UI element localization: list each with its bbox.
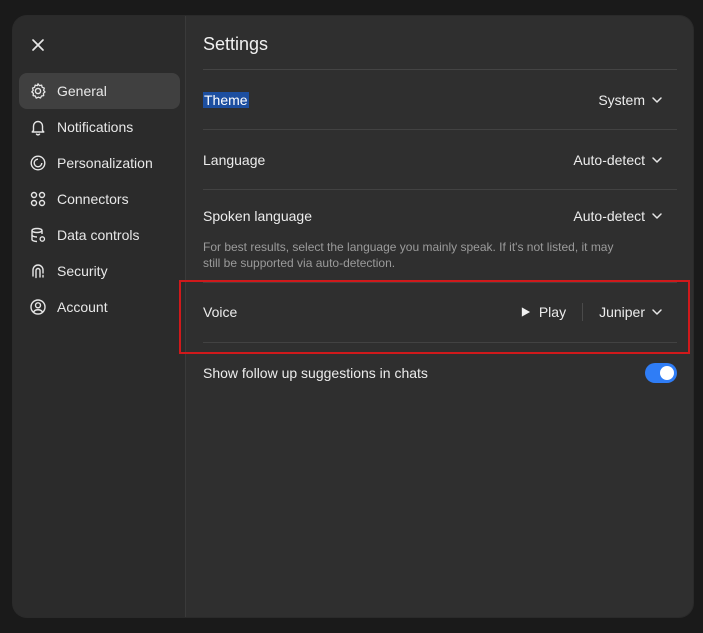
language-dropdown[interactable]: Auto-detect — [573, 152, 677, 168]
divider — [203, 69, 677, 70]
page-title: Settings — [203, 34, 269, 54]
language-label: Language — [203, 152, 266, 168]
account-icon — [29, 298, 47, 316]
divider — [203, 342, 677, 343]
personalization-icon — [29, 154, 47, 172]
settings-nav: General Notifications Personalization Co… — [19, 73, 180, 325]
sidebar-item-label: Security — [57, 263, 108, 279]
sidebar-item-data-controls[interactable]: Data controls — [19, 217, 180, 253]
sidebar-item-security[interactable]: Security — [19, 253, 180, 289]
connectors-icon — [29, 190, 47, 208]
toggle-knob — [660, 366, 674, 380]
chevron-down-icon — [652, 309, 662, 315]
sidebar-item-label: General — [57, 83, 107, 99]
divider — [203, 189, 677, 190]
sidebar-item-personalization[interactable]: Personalization — [19, 145, 180, 181]
bell-icon — [29, 118, 47, 136]
gear-icon — [29, 82, 47, 100]
voice-dropdown[interactable]: Juniper — [599, 304, 677, 320]
sidebar-item-label: Connectors — [57, 191, 129, 207]
fingerprint-icon — [29, 262, 47, 280]
play-label: Play — [538, 304, 567, 320]
follow-up-label: Show follow up suggestions in chats — [203, 365, 428, 381]
play-icon — [521, 307, 530, 317]
spoken-language-dropdown[interactable]: Auto-detect — [573, 208, 677, 224]
theme-row: Theme System — [203, 88, 677, 112]
spoken-language-help: For best results, select the language yo… — [203, 240, 614, 270]
sidebar-item-connectors[interactable]: Connectors — [19, 181, 180, 217]
chevron-down-icon — [652, 157, 662, 163]
play-button[interactable]: Play — [520, 303, 584, 321]
close-icon — [32, 39, 44, 51]
language-value: Auto-detect — [573, 152, 645, 168]
sidebar-item-label: Data controls — [57, 227, 140, 243]
divider — [203, 129, 677, 130]
voice-row: Voice Play Juniper — [203, 300, 677, 324]
voice-value: Juniper — [599, 304, 645, 320]
spoken-language-label: Spoken language — [203, 208, 312, 224]
sidebar-item-general[interactable]: General — [19, 73, 180, 109]
spoken-language-row: Spoken language Auto-detect — [203, 204, 677, 228]
follow-up-toggle[interactable] — [645, 363, 677, 383]
theme-value: System — [598, 92, 645, 108]
settings-dialog: General Notifications Personalization Co… — [13, 16, 693, 617]
chevron-down-icon — [652, 97, 662, 103]
divider — [203, 282, 677, 283]
sidebar-item-account[interactable]: Account — [19, 289, 180, 325]
chevron-down-icon — [652, 213, 662, 219]
settings-sidebar: General Notifications Personalization Co… — [13, 16, 186, 617]
voice-label: Voice — [203, 304, 238, 320]
theme-label: Theme — [203, 92, 249, 108]
close-button[interactable] — [29, 36, 47, 54]
voice-controls: Play Juniper — [520, 303, 677, 321]
sidebar-item-label: Account — [57, 299, 108, 315]
database-icon — [29, 226, 47, 244]
spoken-language-value: Auto-detect — [573, 208, 645, 224]
follow-up-row: Show follow up suggestions in chats — [203, 361, 677, 385]
sidebar-item-label: Notifications — [57, 119, 134, 135]
language-row: Language Auto-detect — [203, 148, 677, 172]
sidebar-item-label: Personalization — [57, 155, 153, 171]
theme-dropdown[interactable]: System — [598, 92, 677, 108]
sidebar-item-notifications[interactable]: Notifications — [19, 109, 180, 145]
